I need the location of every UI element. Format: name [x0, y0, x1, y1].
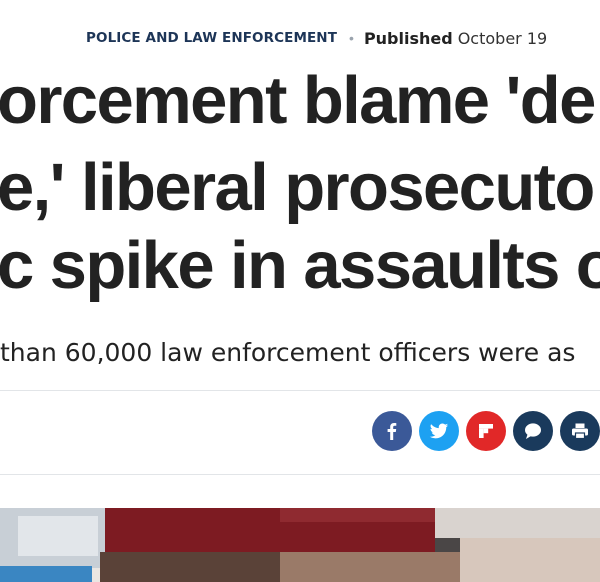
published-date: October 19: [457, 28, 548, 48]
published-label: Published: [363, 28, 453, 48]
flipboard-icon: [479, 424, 493, 438]
flipboard-share-button[interactable]: [466, 411, 506, 451]
hero-image[interactable]: [0, 508, 600, 582]
facebook-icon: [387, 423, 397, 440]
article-meta: POLICE AND LAW ENFORCEMENT • Published O…: [86, 28, 547, 48]
divider-top: [0, 390, 600, 391]
headline-line-1: orcement blame 'de: [0, 63, 596, 138]
category-link[interactable]: POLICE AND LAW ENFORCEMENT: [86, 30, 337, 46]
print-button[interactable]: [560, 411, 600, 451]
comment-icon: [525, 423, 541, 439]
subheadline: than 60,000 law enforcement officers wer…: [0, 338, 576, 367]
facebook-share-button[interactable]: [372, 411, 412, 451]
twitter-share-button[interactable]: [419, 411, 459, 451]
share-bar: [372, 411, 600, 451]
headline-line-2: e,' liberal prosecuto: [0, 150, 595, 225]
print-icon: [572, 423, 588, 440]
comments-button[interactable]: [513, 411, 553, 451]
meta-separator: •: [349, 30, 354, 46]
headline-line-3: c spike in assaults o: [0, 228, 600, 303]
headline: orcement blame 'de e,' liberal prosecuto…: [0, 58, 600, 306]
twitter-icon: [429, 423, 449, 439]
divider-bottom: [0, 474, 600, 475]
